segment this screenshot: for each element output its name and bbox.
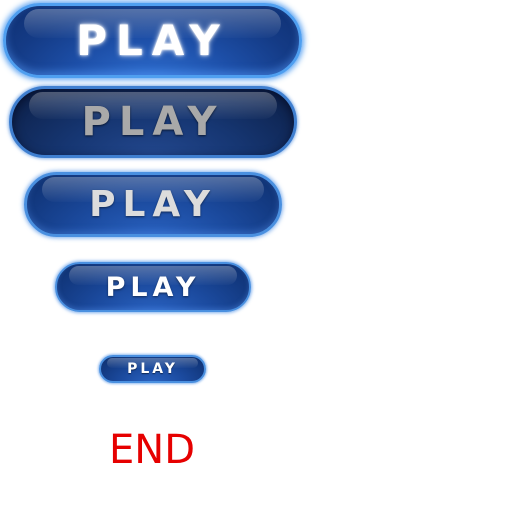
play-button-hover[interactable]: PLAY [3,3,302,78]
play-button-label: PLAY [81,99,225,145]
end-marker-text: END [109,427,195,473]
play-button-label: PLAY [76,16,229,65]
play-button-pressed[interactable]: PLAY [9,86,297,158]
play-button-normal-medium[interactable]: PLAY [55,262,251,312]
play-button-normal-small[interactable]: PLAY [99,355,206,383]
play-button-normal-large[interactable]: PLAY [24,172,282,237]
play-button-label: PLAY [127,361,178,377]
button-sprite-sheet: PLAY PLAY PLAY PLAY PLAY END [0,0,512,512]
play-button-label: PLAY [89,184,217,225]
play-button-label: PLAY [105,271,201,303]
